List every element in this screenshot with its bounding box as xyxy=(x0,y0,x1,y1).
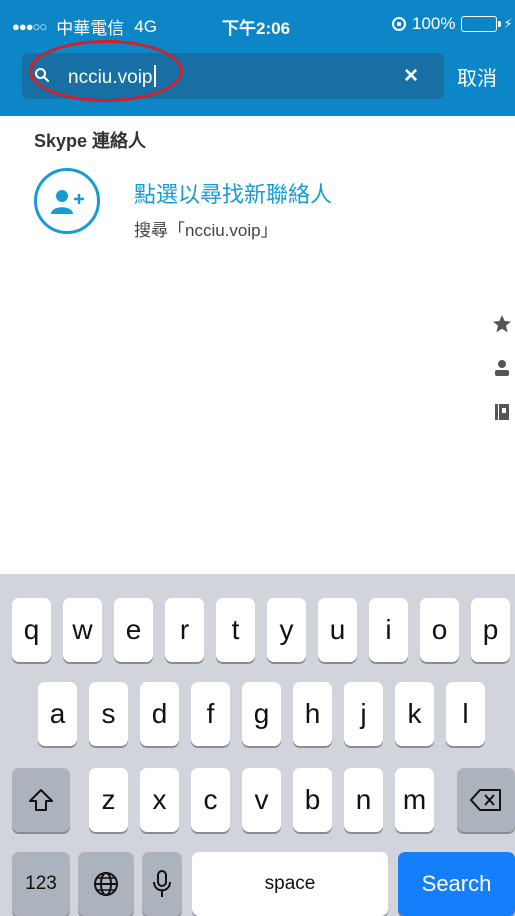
add-contact-avatar xyxy=(34,168,100,234)
battery-icon xyxy=(461,16,502,32)
key-j[interactable]: j xyxy=(344,682,383,746)
key-u[interactable]: u xyxy=(318,598,357,662)
clear-search-button[interactable]: × xyxy=(398,63,424,89)
battery-percent: 100% xyxy=(412,14,456,33)
find-new-contact-title: 點選以尋找新聯絡人 xyxy=(134,182,333,207)
star-icon[interactable] xyxy=(492,314,514,336)
key-c[interactable]: c xyxy=(191,768,230,832)
key-d[interactable]: d xyxy=(140,682,179,746)
status-bar: ●●●○○ 中華電信 4G 下午2:06 100% ⚡ xyxy=(0,0,515,44)
cancel-button[interactable]: 取消 xyxy=(457,62,497,91)
charging-icon: ⚡ xyxy=(503,16,513,31)
key-o[interactable]: o xyxy=(420,598,459,662)
find-new-contact-row[interactable]: 點選以尋找新聯絡人 搜尋「ncciu.voip」 xyxy=(34,168,474,248)
section-header-skype-contacts: Skype 連絡人 xyxy=(34,131,147,151)
shift-key[interactable] xyxy=(12,768,70,832)
person-icon[interactable] xyxy=(492,358,514,380)
key-p[interactable]: p xyxy=(471,598,510,662)
key-l[interactable]: l xyxy=(446,682,485,746)
backspace-key[interactable] xyxy=(457,768,515,832)
key-a[interactable]: a xyxy=(38,682,77,746)
numbers-key[interactable]: 123 xyxy=(12,852,70,916)
status-time: 下午2:06 xyxy=(222,19,291,38)
key-h[interactable]: h xyxy=(293,682,332,746)
microphone-icon xyxy=(153,870,171,897)
search-query: ncciu.voip xyxy=(68,67,153,88)
key-w[interactable]: w xyxy=(63,598,102,662)
key-s[interactable]: s xyxy=(89,682,128,746)
keyboard: qwertyuiop asdfghjkl zxcvbnm 123 space S… xyxy=(0,574,515,916)
key-i[interactable]: i xyxy=(369,598,408,662)
key-f[interactable]: f xyxy=(191,682,230,746)
key-x[interactable]: x xyxy=(140,768,179,832)
status-left: ●●●○○ 中華電信 4G xyxy=(12,14,157,39)
key-r[interactable]: r xyxy=(165,598,204,662)
key-t[interactable]: t xyxy=(216,598,255,662)
globe-key[interactable] xyxy=(78,852,134,916)
network-type: 4G xyxy=(134,16,157,36)
microphone-key[interactable] xyxy=(142,852,182,916)
key-m[interactable]: m xyxy=(395,768,434,832)
search-icon xyxy=(35,68,49,82)
search-key[interactable]: Search xyxy=(398,852,515,916)
key-v[interactable]: v xyxy=(242,768,281,832)
key-k[interactable]: k xyxy=(395,682,434,746)
key-y[interactable]: y xyxy=(267,598,306,662)
header: ●●●○○ 中華電信 4G 下午2:06 100% ⚡ ncciu.voip ×… xyxy=(0,0,515,116)
address-book-icon[interactable] xyxy=(492,402,514,424)
key-q[interactable]: q xyxy=(12,598,51,662)
key-b[interactable]: b xyxy=(293,768,332,832)
key-z[interactable]: z xyxy=(89,768,128,832)
space-key[interactable]: space xyxy=(192,852,388,916)
find-new-contact-subtitle: 搜尋「ncciu.voip」 xyxy=(134,221,278,240)
carrier-name: 中華電信 xyxy=(56,19,125,38)
key-n[interactable]: n xyxy=(344,768,383,832)
signal-strength-icon: ●●●○○ xyxy=(12,19,47,34)
globe-icon xyxy=(94,872,118,896)
key-g[interactable]: g xyxy=(242,682,281,746)
search-field[interactable]: ncciu.voip xyxy=(22,53,444,99)
status-right: 100% ⚡ xyxy=(392,14,513,34)
search-input[interactable]: ncciu.voip xyxy=(68,65,156,89)
text-cursor xyxy=(153,65,156,87)
rotation-lock-icon xyxy=(392,17,406,31)
key-e[interactable]: e xyxy=(114,598,153,662)
add-person-icon xyxy=(51,190,84,214)
